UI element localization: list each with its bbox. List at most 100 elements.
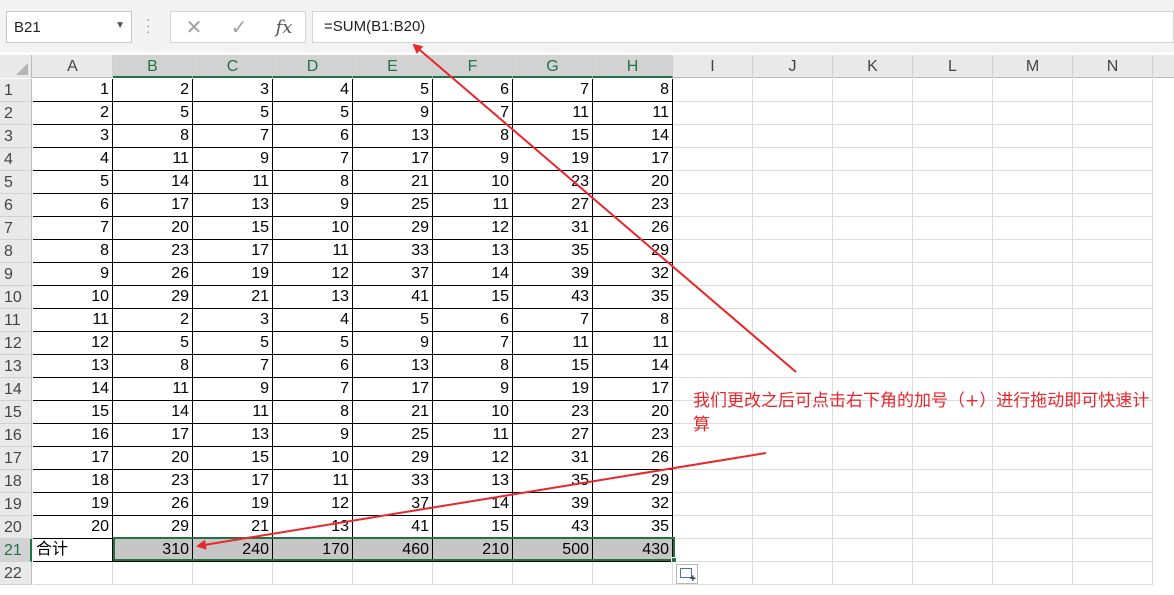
cell-c4[interactable]: 9 (193, 148, 273, 171)
cell-n21[interactable] (1073, 539, 1153, 562)
row-header[interactable]: 10 (0, 286, 32, 309)
cell-e20[interactable]: 41 (353, 516, 433, 539)
cell-d22[interactable] (273, 562, 353, 585)
cell-n9[interactable] (1073, 263, 1153, 286)
cell-g6[interactable]: 27 (513, 194, 593, 217)
cell-c12[interactable]: 5 (193, 332, 273, 355)
cell-h10[interactable]: 35 (593, 286, 673, 309)
cell-c1[interactable]: 3 (193, 79, 273, 102)
row-header[interactable]: 1 (0, 79, 32, 102)
cell-c22[interactable] (193, 562, 273, 585)
cell-b22[interactable] (113, 562, 193, 585)
cell-a14[interactable]: 14 (33, 378, 113, 401)
cell-g18[interactable]: 35 (513, 470, 593, 493)
cell-j7[interactable] (753, 217, 833, 240)
cell-h4[interactable]: 17 (593, 148, 673, 171)
cell-l1[interactable] (913, 79, 993, 102)
cell-a5[interactable]: 5 (33, 171, 113, 194)
fill-handle[interactable] (671, 557, 677, 563)
cell-i2[interactable] (673, 102, 753, 125)
cell-m1[interactable] (993, 79, 1073, 102)
insert-function-button[interactable]: fx (267, 16, 301, 40)
cell-m18[interactable] (993, 470, 1073, 493)
row-header[interactable]: 11 (0, 309, 32, 332)
cell-i6[interactable] (673, 194, 753, 217)
cell-m4[interactable] (993, 148, 1073, 171)
cell-d20[interactable]: 13 (273, 516, 353, 539)
cell-n19[interactable] (1073, 493, 1153, 516)
cell-c6[interactable]: 13 (193, 194, 273, 217)
cell-h13[interactable]: 14 (593, 355, 673, 378)
cell-g5[interactable]: 23 (513, 171, 593, 194)
cell-h20[interactable]: 35 (593, 516, 673, 539)
cell-g7[interactable]: 31 (513, 217, 593, 240)
cell-n8[interactable] (1073, 240, 1153, 263)
row-header[interactable]: 5 (0, 171, 32, 194)
cell-b11[interactable]: 2 (113, 309, 193, 332)
row-header[interactable]: 14 (0, 378, 32, 401)
cell-e7[interactable]: 29 (353, 217, 433, 240)
cell-k2[interactable] (833, 102, 913, 125)
column-header-c[interactable]: C (193, 55, 273, 78)
cell-a13[interactable]: 13 (33, 355, 113, 378)
cell-n10[interactable] (1073, 286, 1153, 309)
cell-k7[interactable] (833, 217, 913, 240)
cell-c5[interactable]: 11 (193, 171, 273, 194)
row-header[interactable]: 22 (0, 562, 32, 585)
cell-m8[interactable] (993, 240, 1073, 263)
cell-f4[interactable]: 9 (433, 148, 513, 171)
cell-k4[interactable] (833, 148, 913, 171)
cell-d4[interactable]: 7 (273, 148, 353, 171)
cell-a1[interactable]: 1 (33, 79, 113, 102)
cell-c16[interactable]: 13 (193, 424, 273, 447)
cell-c3[interactable]: 7 (193, 125, 273, 148)
cell-a9[interactable]: 9 (33, 263, 113, 286)
row-header[interactable]: 3 (0, 125, 32, 148)
cell-m6[interactable] (993, 194, 1073, 217)
cell-n7[interactable] (1073, 217, 1153, 240)
row-header[interactable]: 2 (0, 102, 32, 125)
cell-d17[interactable]: 10 (273, 447, 353, 470)
cell-a6[interactable]: 6 (33, 194, 113, 217)
cell-h14[interactable]: 17 (593, 378, 673, 401)
cell-g15[interactable]: 23 (513, 401, 593, 424)
cell-c21[interactable]: 240 (193, 539, 273, 562)
cell-b20[interactable]: 29 (113, 516, 193, 539)
cell-m2[interactable] (993, 102, 1073, 125)
cell-h18[interactable]: 29 (593, 470, 673, 493)
cell-b4[interactable]: 11 (113, 148, 193, 171)
cell-i10[interactable] (673, 286, 753, 309)
cell-f2[interactable]: 7 (433, 102, 513, 125)
cell-h16[interactable]: 23 (593, 424, 673, 447)
cell-d18[interactable]: 11 (273, 470, 353, 493)
chevron-down-icon[interactable]: ▼ (115, 20, 125, 31)
cell-m19[interactable] (993, 493, 1073, 516)
cell-e21[interactable]: 460 (353, 539, 433, 562)
cell-e2[interactable]: 9 (353, 102, 433, 125)
cell-l9[interactable] (913, 263, 993, 286)
cell-m13[interactable] (993, 355, 1073, 378)
cell-m10[interactable] (993, 286, 1073, 309)
cell-b5[interactable]: 14 (113, 171, 193, 194)
cell-g13[interactable]: 15 (513, 355, 593, 378)
cell-f16[interactable]: 11 (433, 424, 513, 447)
cell-c17[interactable]: 15 (193, 447, 273, 470)
cell-c8[interactable]: 17 (193, 240, 273, 263)
cell-l10[interactable] (913, 286, 993, 309)
row-header[interactable]: 8 (0, 240, 32, 263)
cell-m7[interactable] (993, 217, 1073, 240)
row-header[interactable]: 9 (0, 263, 32, 286)
cell-j3[interactable] (753, 125, 833, 148)
cell-e11[interactable]: 5 (353, 309, 433, 332)
cell-a11[interactable]: 11 (33, 309, 113, 332)
row-header[interactable]: 13 (0, 355, 32, 378)
cell-f12[interactable]: 7 (433, 332, 513, 355)
row-header[interactable]: 19 (0, 493, 32, 516)
cell-a21[interactable]: 合计 (33, 539, 113, 562)
column-header-n[interactable]: N (1073, 55, 1153, 78)
check-icon[interactable]: ✓ (222, 16, 256, 40)
cell-m17[interactable] (993, 447, 1073, 470)
cell-d11[interactable]: 4 (273, 309, 353, 332)
cell-m9[interactable] (993, 263, 1073, 286)
cell-a19[interactable]: 19 (33, 493, 113, 516)
